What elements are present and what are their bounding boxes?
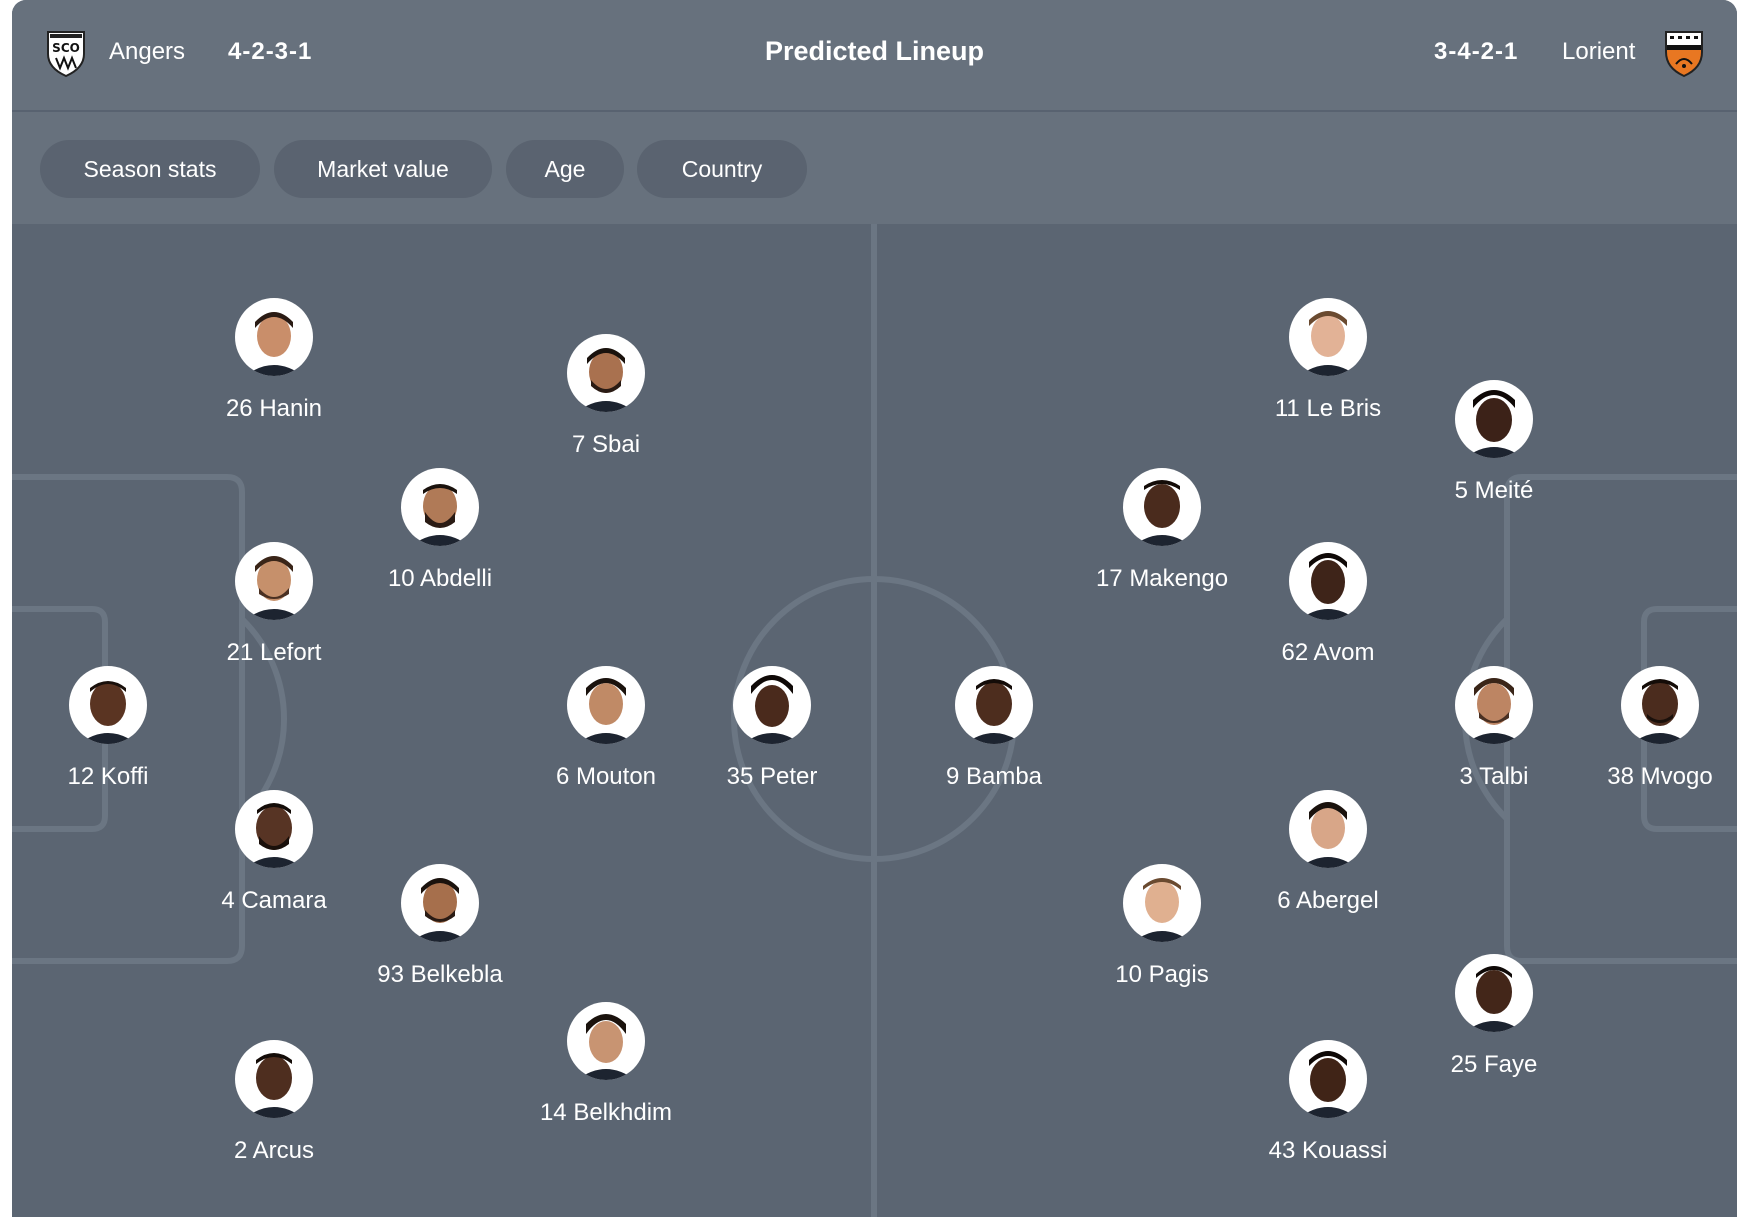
player-photo [1289, 1040, 1367, 1118]
player-sbai[interactable]: 7 Sbai [516, 334, 696, 460]
player-label: 11 Le Bris [1274, 395, 1382, 422]
player-camara[interactable]: 4 Camara [184, 790, 364, 916]
player-photo [235, 542, 313, 620]
player-label: 7 Sbai [571, 431, 641, 458]
player-label: 4 Camara [221, 887, 327, 914]
tab-market-value[interactable]: Market value [274, 140, 492, 198]
player-photo [1455, 954, 1533, 1032]
player-abergel[interactable]: 6 Abergel [1238, 790, 1418, 916]
player-photo [1289, 542, 1367, 620]
player-label: 12 Koffi [67, 763, 149, 790]
player-bamba[interactable]: 9 Bamba [904, 666, 1084, 792]
player-talbi[interactable]: 3 Talbi [1404, 666, 1584, 792]
player-photo [567, 1002, 645, 1080]
player-photo [1455, 666, 1533, 744]
player-photo [69, 666, 147, 744]
player-label: 93 Belkebla [377, 961, 503, 988]
player-belkebla[interactable]: 93 Belkebla [350, 864, 530, 990]
player-hanin[interactable]: 26 Hanin [184, 298, 364, 424]
tab-season-stats[interactable]: Season stats [40, 140, 260, 198]
player-photo [1123, 864, 1201, 942]
player-avom[interactable]: 62 Avom [1238, 542, 1418, 668]
player-label: 3 Talbi [1459, 763, 1529, 790]
player-label: 6 Mouton [555, 763, 657, 790]
player-label: 2 Arcus [233, 1137, 315, 1164]
player-le-bris[interactable]: 11 Le Bris [1238, 298, 1418, 424]
player-photo [235, 790, 313, 868]
player-label: 62 Avom [1281, 639, 1375, 666]
player-label: 43 Kouassi [1268, 1137, 1388, 1164]
player-label: 17 Makengo [1095, 565, 1229, 592]
player-label: 9 Bamba [945, 763, 1043, 790]
player-photo [235, 298, 313, 376]
player-label: 38 Mvogo [1607, 763, 1713, 790]
player-meite[interactable]: 5 Meité [1404, 380, 1584, 506]
player-photo [567, 666, 645, 744]
fc-lorient-crest-icon[interactable] [1662, 28, 1706, 78]
player-mouton[interactable]: 6 Mouton [516, 666, 696, 792]
player-label: 6 Abergel [1277, 887, 1379, 914]
tab-age[interactable]: Age [506, 140, 624, 198]
player-photo [401, 468, 479, 546]
player-photo [1289, 790, 1367, 868]
away-formation: 3-4-2-1 [1434, 38, 1519, 65]
stats-tabs: Season stats Market value Age Country [12, 112, 1737, 224]
player-photo [1455, 380, 1533, 458]
player-mvogo[interactable]: 38 Mvogo [1570, 666, 1737, 792]
player-makengo[interactable]: 17 Makengo [1072, 468, 1252, 594]
player-kouassi[interactable]: 43 Kouassi [1238, 1040, 1418, 1166]
tab-country[interactable]: Country [637, 140, 807, 198]
player-label: 10 Pagis [1115, 961, 1209, 988]
player-photo [235, 1040, 313, 1118]
player-faye[interactable]: 25 Faye [1404, 954, 1584, 1080]
player-peter[interactable]: 35 Peter [682, 666, 862, 792]
lineup-header: SCO Angers 4-2-3-1 Predicted Lineup 3-4-… [12, 0, 1737, 112]
player-photo [567, 334, 645, 412]
player-photo [1621, 666, 1699, 744]
player-lefort[interactable]: 21 Lefort [184, 542, 364, 668]
player-photo [1123, 468, 1201, 546]
predicted-lineup-card: SCO Angers 4-2-3-1 Predicted Lineup 3-4-… [12, 0, 1737, 1217]
player-label: 21 Lefort [226, 639, 322, 666]
player-label: 26 Hanin [225, 395, 323, 422]
pitch: 26 Hanin 7 Sbai 10 Abdelli 21 Lefort 12 … [12, 224, 1737, 1217]
player-label: 10 Abdelli [387, 565, 493, 592]
player-photo [401, 864, 479, 942]
player-photo [955, 666, 1033, 744]
player-label: 14 Belkhdim [539, 1099, 673, 1126]
player-belkhdim[interactable]: 14 Belkhdim [516, 1002, 696, 1128]
player-photo [1289, 298, 1367, 376]
player-photo [733, 666, 811, 744]
player-koffi[interactable]: 12 Koffi [18, 666, 198, 792]
player-abdelli[interactable]: 10 Abdelli [350, 468, 530, 594]
away-team-name[interactable]: Lorient [1562, 36, 1635, 68]
player-label: 35 Peter [726, 763, 818, 790]
player-label: 5 Meité [1454, 477, 1534, 504]
player-pagis[interactable]: 10 Pagis [1072, 864, 1252, 990]
player-label: 25 Faye [1450, 1051, 1538, 1078]
player-arcus[interactable]: 2 Arcus [184, 1040, 364, 1166]
